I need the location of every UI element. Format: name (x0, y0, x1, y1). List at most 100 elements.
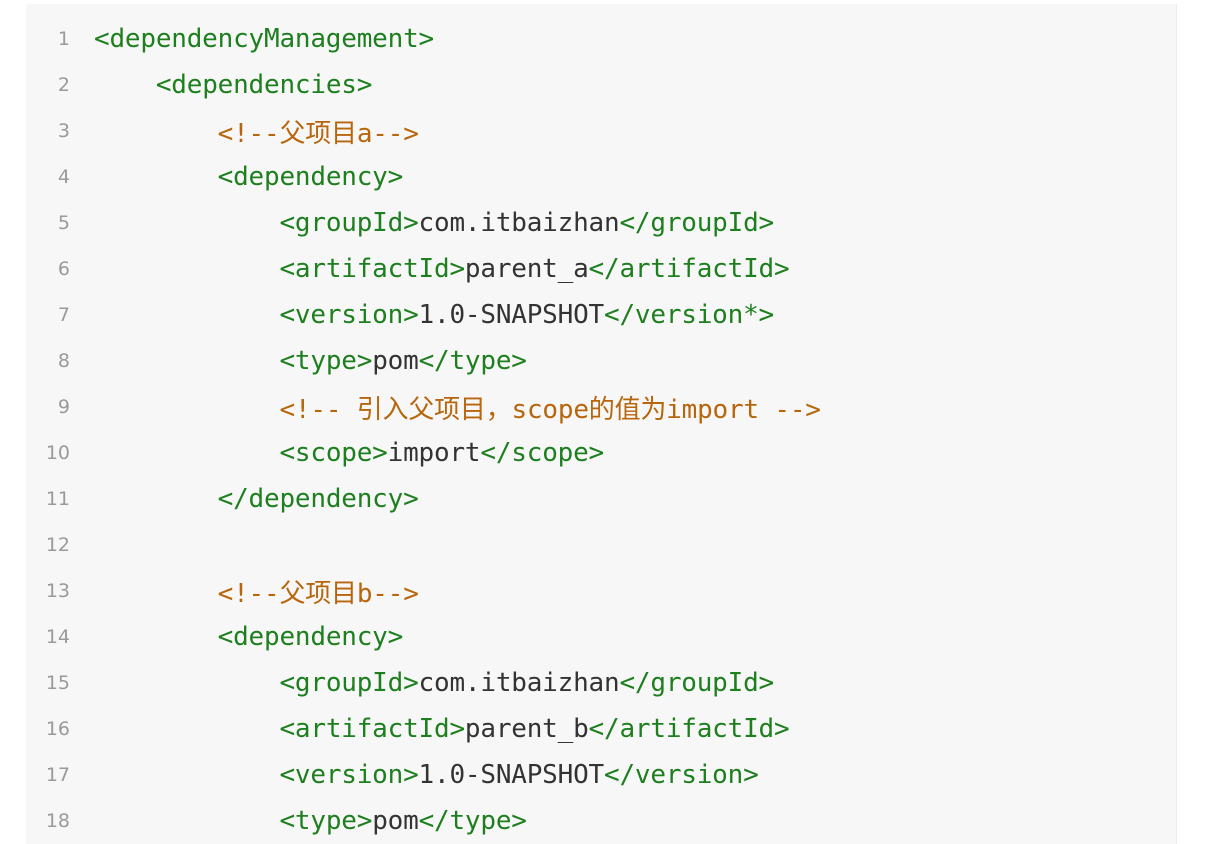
code-content: <version>1.0-SNAPSHOT</version*> (94, 300, 774, 330)
code-text: parent_a (464, 254, 589, 284)
xml-tag: <dependency> (217, 622, 404, 652)
xml-tag: </type> (418, 806, 527, 836)
code-comment: <!--父项目b--> (217, 578, 419, 609)
line-number: 17 (45, 764, 70, 786)
code-text: pom (372, 346, 419, 376)
xml-tag: <dependencies> (155, 70, 373, 100)
xml-tag: <artifactId> (279, 254, 465, 284)
xml-tag: </groupId> (619, 208, 774, 238)
code-content: <scope>import</scope> (94, 438, 604, 468)
line-number: 2 (57, 74, 70, 96)
line-number: 16 (45, 718, 70, 740)
code-line: 16 <artifactId>parent_b</artifactId> (26, 706, 1176, 752)
line-number: 3 (57, 120, 70, 142)
code-line: 10 <scope>import</scope> (26, 430, 1176, 476)
xml-tag: </dependency> (217, 484, 419, 514)
line-number: 11 (45, 488, 70, 510)
code-line: 4 <dependency> (26, 154, 1176, 200)
code-block[interactable]: 1 <dependencyManagement> 2 <dependencies> 3… (26, 4, 1177, 844)
code-line: 5 <groupId>com.itbaizhan</groupId> (26, 200, 1176, 246)
line-number: 12 (45, 534, 70, 556)
code-text: 1.0-SNAPSHOT (418, 760, 605, 790)
code-line: 6 <artifactId>parent_a</artifactId> (26, 246, 1176, 292)
code-content: <!--父项目a--> (94, 113, 419, 150)
xml-tag: <scope> (279, 438, 388, 468)
code-content: <groupId>com.itbaizhan</groupId> (94, 668, 774, 698)
line-number: 14 (45, 626, 70, 648)
code-content: <type>pom</type> (94, 806, 527, 836)
code-content: <artifactId>parent_b</artifactId> (94, 714, 789, 744)
line-number: 15 (45, 672, 70, 694)
line-number: 13 (45, 580, 70, 602)
xml-tag: <dependency> (217, 162, 404, 192)
code-line: 17 <version>1.0-SNAPSHOT</version> (26, 752, 1176, 798)
code-comment: <!--父项目a--> (217, 118, 419, 149)
code-line: 9 <!-- 引入父项目，scope的值为import --> (26, 384, 1176, 430)
xml-tag: <groupId> (279, 208, 419, 238)
code-text: 1.0-SNAPSHOT (418, 300, 605, 330)
code-content: <dependency> (94, 622, 404, 652)
xml-tag: <type> (279, 346, 373, 376)
line-number: 6 (57, 258, 70, 280)
code-content: <dependencyManagement> (94, 24, 434, 54)
xml-tag: </scope> (480, 438, 605, 468)
code-content: <!--父项目b--> (94, 573, 419, 610)
xml-tag: <groupId> (279, 668, 419, 698)
code-content: <artifactId>parent_a</artifactId> (94, 254, 789, 284)
xml-tag: <version> (279, 760, 419, 790)
code-content: <dependencies> (94, 70, 373, 100)
code-line: 3 <!--父项目a--> (26, 108, 1176, 154)
code-line: 11 </dependency> (26, 476, 1176, 522)
code-content: <dependency> (94, 162, 404, 192)
line-number: 18 (45, 810, 70, 832)
code-line: 12 (26, 522, 1176, 568)
code-line: 2 <dependencies> (26, 62, 1176, 108)
code-text: com.itbaizhan (418, 668, 620, 698)
xml-tag: </groupId> (619, 668, 774, 698)
code-text: pom (372, 806, 419, 836)
code-line: 14 <dependency> (26, 614, 1176, 660)
xml-tag: <artifactId> (279, 714, 465, 744)
code-text: parent_b (464, 714, 589, 744)
line-number: 5 (57, 212, 70, 234)
code-line: 15 <groupId>com.itbaizhan</groupId> (26, 660, 1176, 706)
code-content: <!-- 引入父项目，scope的值为import --> (94, 389, 820, 426)
xml-tag: </version*> (604, 300, 774, 330)
line-number: 1 (57, 28, 70, 50)
xml-tag: </type> (418, 346, 527, 376)
code-line: 13 <!--父项目b--> (26, 568, 1176, 614)
code-text: com.itbaizhan (418, 208, 620, 238)
code-content: <groupId>com.itbaizhan</groupId> (94, 208, 774, 238)
xml-tag: <dependencyManagement> (94, 24, 434, 54)
xml-tag: </version> (604, 760, 759, 790)
xml-tag: </artifactId> (588, 254, 790, 284)
xml-tag: <type> (279, 806, 373, 836)
xml-tag: </artifactId> (588, 714, 790, 744)
code-content: </dependency> (94, 484, 419, 514)
code-content: <type>pom</type> (94, 346, 527, 376)
xml-tag: <version> (279, 300, 419, 330)
code-line: 18 <type>pom</type> (26, 798, 1176, 844)
code-line: 7 <version>1.0-SNAPSHOT</version*> (26, 292, 1176, 338)
line-number: 8 (57, 350, 70, 372)
code-line: 8 <type>pom</type> (26, 338, 1176, 384)
line-number: 4 (57, 166, 70, 188)
code-content: <version>1.0-SNAPSHOT</version> (94, 760, 759, 790)
line-number: 10 (45, 442, 70, 464)
